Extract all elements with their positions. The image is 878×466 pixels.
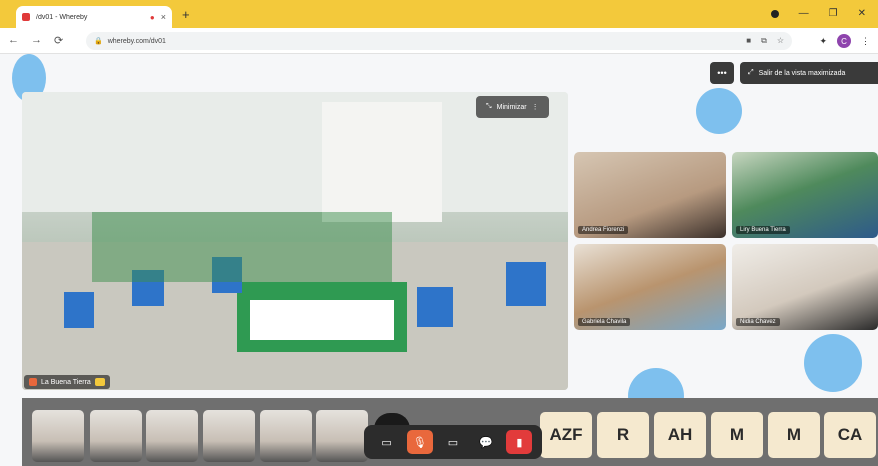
- exit-maximize-icon: ⤢: [748, 69, 754, 76]
- minimize-icon: ⤡: [486, 103, 492, 110]
- back-button[interactable]: ←: [8, 34, 19, 47]
- meeting-controls-bar: ▭ 🎙 ▭ 💬 ▮: [364, 425, 542, 459]
- camera-toggle-button[interactable]: ▭: [374, 430, 400, 454]
- url-bar[interactable]: 🔒 whereby.com/dv01 ■ ⧉ ☆: [86, 32, 792, 50]
- participant-tile[interactable]: Nidia Chavez: [732, 244, 878, 330]
- address-bar-row: ← → ⟳ 🔒 whereby.com/dv01 ■ ⧉ ☆ ✦ C ⋮: [0, 28, 878, 54]
- participant-initials-tile[interactable]: CA: [824, 412, 876, 458]
- lock-icon: 🔒: [94, 38, 103, 45]
- reload-button[interactable]: ⟳: [54, 34, 63, 47]
- nav-buttons: ← → ⟳: [8, 34, 63, 47]
- more-options-icon[interactable]: ⋮: [532, 103, 539, 111]
- bookmark-star-icon[interactable]: ☆: [777, 36, 784, 46]
- exit-maximized-view-button[interactable]: ⤢ Salir de la vista maximizada: [740, 62, 878, 84]
- participant-name: Gabriela Chavila: [578, 318, 631, 326]
- camera-permission-icon[interactable]: ■: [746, 36, 751, 46]
- screenshare-button[interactable]: ▭: [440, 430, 466, 454]
- mic-muted-icon: [29, 378, 37, 386]
- exit-maximized-label: Salir de la vista maximizada: [758, 69, 846, 77]
- minimize-button[interactable]: —: [799, 8, 809, 19]
- url-text: whereby.com/dv01: [107, 37, 166, 45]
- maximize-button[interactable]: ❐: [829, 8, 838, 19]
- raised-hand-icon: [94, 378, 105, 386]
- participant-thumbnail[interactable]: [203, 410, 255, 462]
- profile-icon[interactable]: [770, 9, 779, 18]
- participant-initials-tile[interactable]: M: [711, 412, 763, 458]
- minimize-label: Minimizar: [496, 103, 527, 111]
- omnibox-actions: ■ ⧉ ☆: [746, 36, 784, 46]
- more-options-button[interactable]: •••: [710, 62, 734, 84]
- participant-initials-tile[interactable]: M: [768, 412, 820, 458]
- participant-tile[interactable]: Liry Buena Tierra: [732, 152, 878, 238]
- participant-initials-tile[interactable]: AZF: [540, 412, 592, 458]
- decorative-circle: [696, 88, 742, 134]
- new-tab-button[interactable]: +: [182, 8, 190, 21]
- participant-initials-tile[interactable]: AH: [654, 412, 706, 458]
- whereby-favicon-icon: [22, 13, 30, 21]
- main-video-name: La Buena Tierra: [41, 378, 91, 386]
- forward-button[interactable]: →: [31, 34, 42, 47]
- chat-button[interactable]: 💬: [473, 430, 499, 454]
- participant-initials-tile[interactable]: R: [597, 412, 649, 458]
- leave-button[interactable]: ▮: [506, 430, 533, 454]
- extensions-area: ✦ C ⋮: [819, 34, 870, 48]
- participant-name: Liry Buena Tierra: [736, 226, 790, 234]
- minimize-button[interactable]: ⤡ Minimizar ⋮: [476, 96, 549, 118]
- participant-thumbnail[interactable]: [90, 410, 142, 462]
- profile-avatar[interactable]: C: [837, 34, 851, 48]
- participant-thumbnail[interactable]: [146, 410, 198, 462]
- recording-dot-icon: ●: [149, 12, 155, 22]
- tab-close-button[interactable]: ×: [161, 12, 166, 22]
- participant-thumbnail[interactable]: [32, 410, 84, 462]
- participant-name: Andrea Fiorenzi: [578, 226, 629, 234]
- extensions-puzzle-icon[interactable]: ✦: [819, 36, 827, 47]
- decorative-circle: [804, 334, 862, 392]
- classroom-scene-image: [22, 92, 568, 390]
- participant-tile[interactable]: Andrea Fiorenzi: [574, 152, 726, 238]
- participant-thumbnail[interactable]: [260, 410, 312, 462]
- tab-title: /dv01 - Whereby: [36, 13, 88, 21]
- close-window-button[interactable]: ✕: [858, 8, 866, 19]
- window-controls: — ❐ ✕: [770, 8, 866, 19]
- main-video-feed[interactable]: [22, 92, 568, 390]
- whereby-window: /dv01 - Whereby ● × + — ❐ ✕ ← → ⟳ 🔒 wher…: [0, 0, 878, 466]
- main-video-name-tag: La Buena Tierra: [24, 375, 110, 389]
- mic-toggle-button[interactable]: 🎙: [406, 430, 433, 454]
- participant-thumbnail[interactable]: [316, 410, 368, 462]
- participant-tile[interactable]: Gabriela Chavila: [574, 244, 726, 330]
- share-icon[interactable]: ⧉: [761, 36, 767, 46]
- participant-name: Nidia Chavez: [736, 318, 780, 326]
- browser-menu-icon[interactable]: ⋮: [861, 36, 870, 47]
- browser-tab-bar: /dv01 - Whereby ● × + — ❐ ✕: [0, 0, 878, 28]
- browser-tab[interactable]: /dv01 - Whereby ● ×: [16, 6, 172, 28]
